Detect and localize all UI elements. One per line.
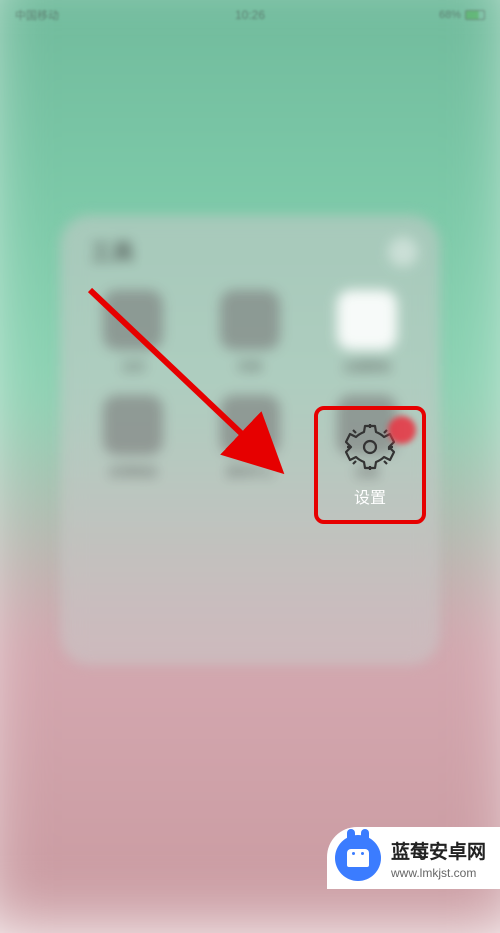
watermark: 蓝莓安卓网 www.lmkjst.com [327,827,500,889]
app-item[interactable]: 游戏中心 [197,395,304,480]
app-label: 日历 [121,358,145,375]
settings-label: 设置 [354,484,386,508]
settings-highlight[interactable]: 设置 [314,406,426,524]
app-label: 主题壁纸 [343,358,391,375]
gamecenter-icon [220,395,280,455]
clock-label: 10:26 [235,8,265,22]
battery-pct: 68% [439,9,461,21]
theme-icon [337,290,397,350]
appstore-icon [103,395,163,455]
carrier-label: 中国移动 [15,7,59,23]
clock-icon [220,290,280,350]
android-icon [335,835,381,881]
app-label: 应用商店 [109,463,157,480]
watermark-title: 蓝莓安卓网 [391,837,486,864]
app-item[interactable]: 日历 [80,290,187,375]
status-bar: 中国移动 10:26 68% [0,0,500,30]
app-item[interactable]: 主题壁纸 [313,290,420,375]
watermark-text: 蓝莓安卓网 www.lmkjst.com [391,837,486,880]
status-indicators: 68% [439,9,485,21]
app-item[interactable]: 时钟 [197,290,304,375]
app-label: 时钟 [238,358,262,375]
battery-icon [465,10,485,20]
calendar-icon [103,290,163,350]
app-label: 游戏中心 [226,463,274,480]
close-icon[interactable] [388,237,418,267]
app-item[interactable]: 应用商店 [80,395,187,480]
folder-title: 工具 [90,235,134,267]
notification-badge [388,416,416,444]
watermark-url: www.lmkjst.com [391,866,486,880]
